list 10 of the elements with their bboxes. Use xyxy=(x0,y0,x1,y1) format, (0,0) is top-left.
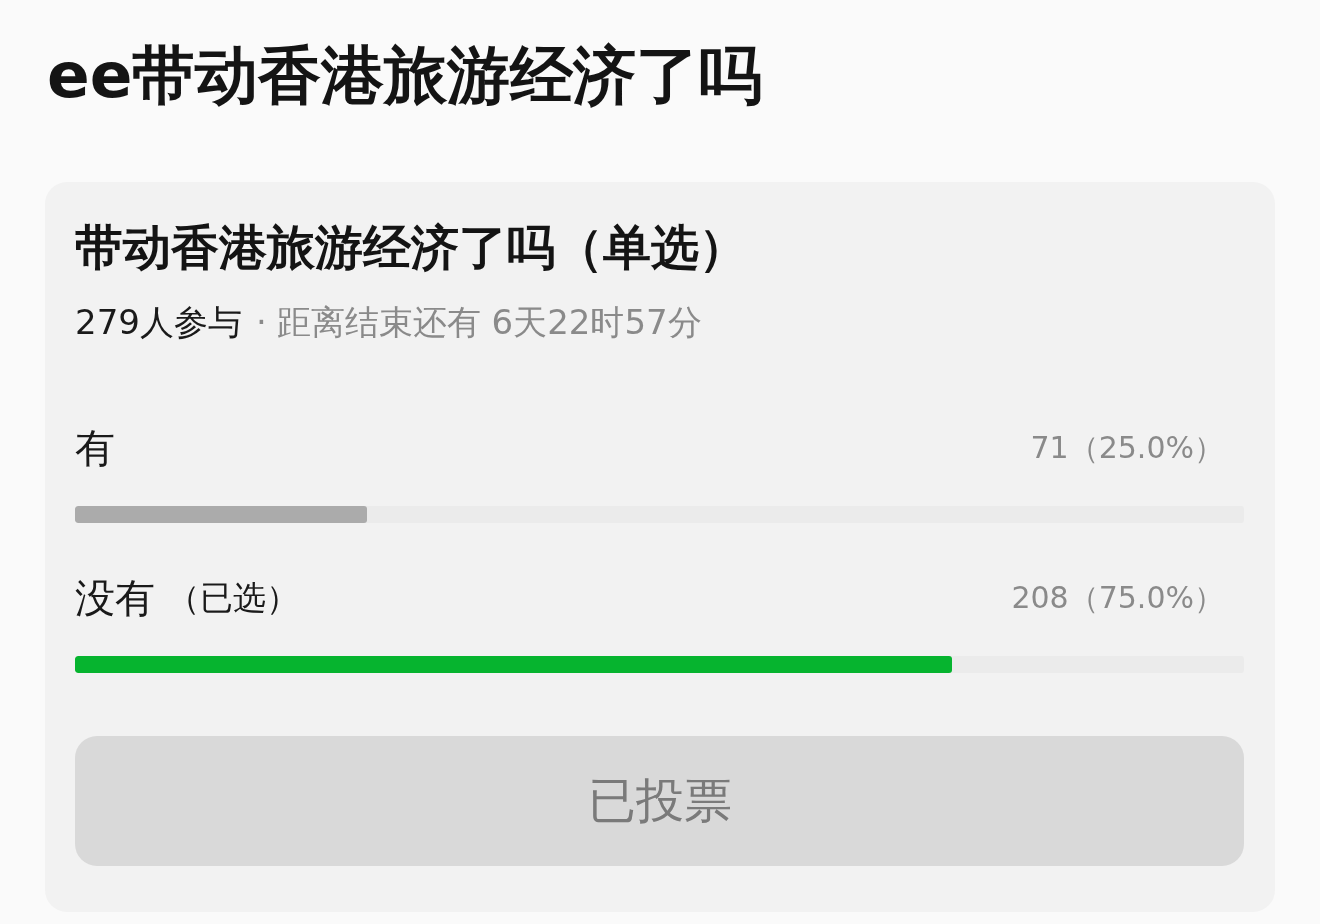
option-label: 有 xyxy=(75,423,115,473)
time-remaining: 距离结束还有 6天22时57分 xyxy=(276,301,702,344)
vote-result: 208（75.0%） xyxy=(1011,578,1224,617)
participant-count: 279人参与 xyxy=(75,301,242,344)
page-title: ee带动香港旅游经济了吗 xyxy=(47,40,764,112)
option-label: 没有 xyxy=(75,573,155,623)
separator-dot: · xyxy=(255,301,267,344)
vote-result: 71（25.0%） xyxy=(1030,428,1224,467)
poll-question: 带动香港旅游经济了吗（单选） xyxy=(75,219,748,275)
selected-tag: （已选） xyxy=(167,575,299,621)
